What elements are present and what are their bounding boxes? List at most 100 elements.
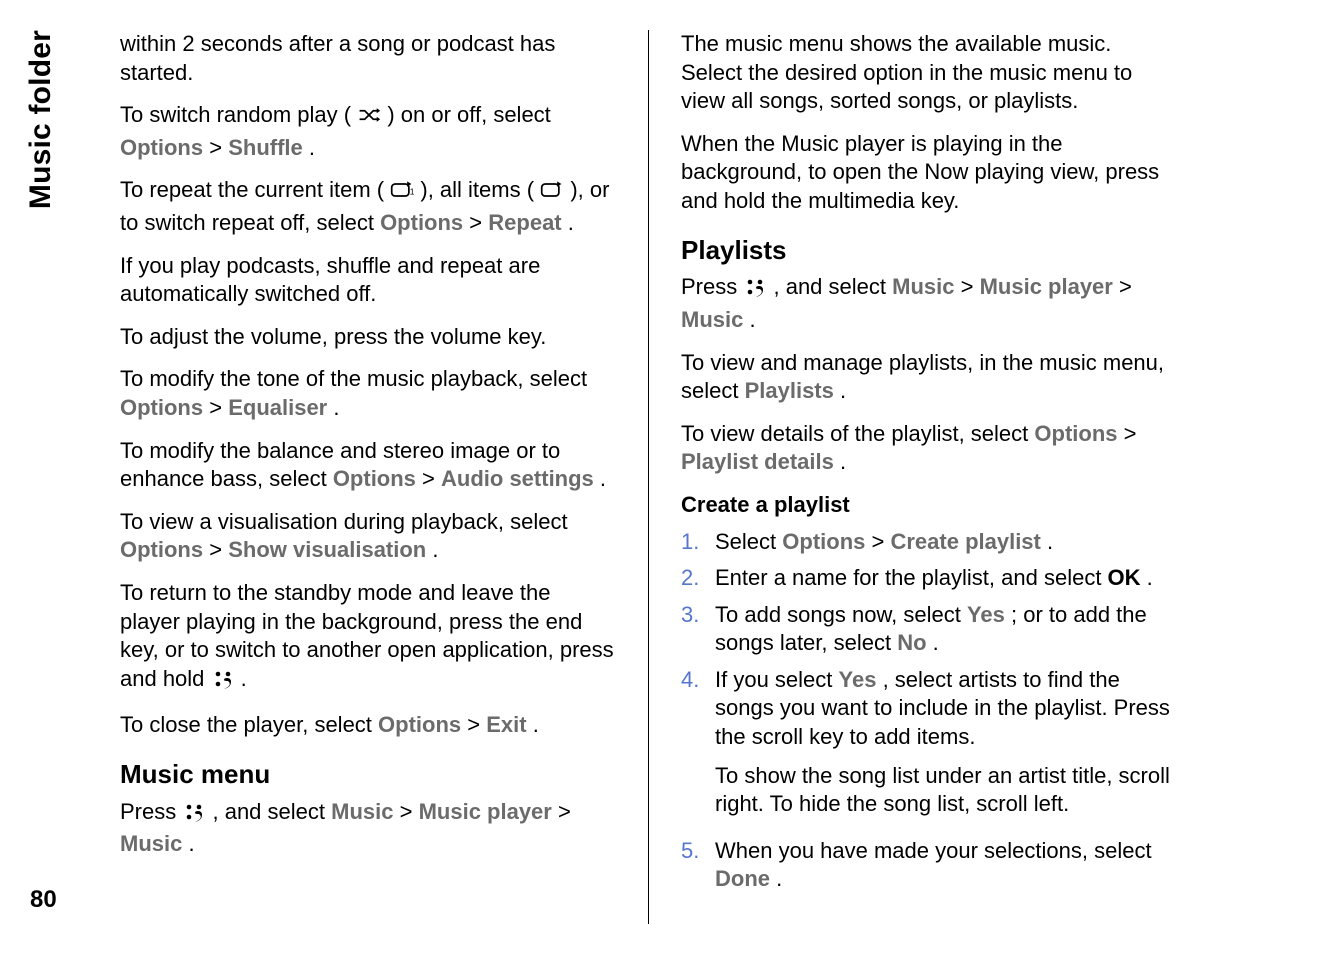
text: To view details of the playlist, select [681, 421, 1034, 446]
ui-music: Music [681, 307, 743, 332]
paragraph: The music menu shows the available music… [681, 30, 1177, 116]
text: . [1147, 565, 1153, 590]
menu-key-icon [743, 276, 767, 306]
text: To modify the tone of the music playback… [120, 366, 587, 391]
text: When you have made your selections, sele… [715, 838, 1152, 863]
paragraph: To view and manage playlists, in the mus… [681, 349, 1177, 406]
heading-playlists: Playlists [681, 234, 1177, 268]
paragraph: To modify the tone of the music playback… [120, 365, 616, 422]
paragraph: To adjust the volume, press the volume k… [120, 323, 616, 352]
content-columns: within 2 seconds after a song or podcast… [108, 30, 1272, 924]
separator: > [872, 529, 891, 554]
text: . [333, 395, 339, 420]
ui-yes: Yes [967, 602, 1005, 627]
ui-shuffle: Shuffle [228, 135, 303, 160]
text: Press [120, 799, 182, 824]
text: . [749, 307, 755, 332]
step-number: 2. [681, 564, 715, 593]
ui-playlist-details: Playlist details [681, 449, 834, 474]
text: To add songs now, select [715, 602, 967, 627]
ui-options: Options [380, 210, 463, 235]
paragraph: To view a visualisation during playback,… [120, 508, 616, 565]
list-item: 3. To add songs now, select Yes ; or to … [681, 601, 1177, 658]
step-number: 5. [681, 837, 715, 894]
separator: > [961, 274, 980, 299]
paragraph: If you play podcasts, shuffle and repeat… [120, 252, 616, 309]
separator: > [467, 712, 486, 737]
text: . [600, 466, 606, 491]
ui-music: Music [331, 799, 393, 824]
list-item: 1. Select Options > Create playlist . [681, 528, 1177, 557]
separator: > [209, 537, 228, 562]
paragraph: within 2 seconds after a song or podcast… [120, 30, 616, 87]
shuffle-icon [357, 104, 381, 134]
separator: > [558, 799, 571, 824]
text: . [309, 135, 315, 160]
paragraph: Press , and select Music > Music player … [681, 273, 1177, 334]
ui-music-player: Music player [419, 799, 552, 824]
page-number: 80 [30, 886, 57, 914]
step-number: 1. [681, 528, 715, 557]
repeat-one-icon: 1 [390, 179, 414, 209]
ui-options: Options [120, 537, 203, 562]
paragraph: Press , and select Music > Music player … [120, 798, 616, 859]
left-column: within 2 seconds after a song or podcast… [108, 30, 628, 924]
text: . [432, 537, 438, 562]
ui-options: Options [120, 135, 203, 160]
text: , and select [773, 274, 892, 299]
separator: > [400, 799, 419, 824]
ui-done: Done [715, 866, 770, 891]
ui-no: No [897, 630, 926, 655]
separator: > [209, 395, 228, 420]
ui-music-player: Music player [980, 274, 1113, 299]
step-number: 3. [681, 601, 715, 658]
text: . [840, 378, 846, 403]
paragraph: To close the player, select Options > Ex… [120, 711, 616, 740]
text: . [241, 666, 247, 691]
paragraph: To return to the standby mode and leave … [120, 579, 616, 697]
text: Select [715, 529, 782, 554]
text: To view a visualisation during playback,… [120, 509, 568, 534]
text: . [933, 630, 939, 655]
ui-ok: OK [1108, 565, 1141, 590]
ui-equaliser: Equaliser [228, 395, 327, 420]
ui-audio-settings: Audio settings [441, 466, 594, 491]
ui-music: Music [892, 274, 954, 299]
separator: > [469, 210, 488, 235]
section-tab: Music folder [24, 30, 58, 209]
column-separator [648, 30, 649, 924]
separator: > [1119, 274, 1132, 299]
paragraph: To modify the balance and stereo image o… [120, 437, 616, 494]
list-item: 4. If you select Yes , select artists to… [681, 666, 1177, 829]
paragraph: When the Music player is playing in the … [681, 130, 1177, 216]
repeat-all-icon [540, 179, 564, 209]
ui-create-playlist: Create playlist [890, 529, 1040, 554]
text: . [188, 831, 194, 856]
ui-show-visualisation: Show visualisation [228, 537, 426, 562]
heading-create-playlist: Create a playlist [681, 491, 1177, 520]
text: To close the player, select [120, 712, 378, 737]
menu-key-icon [182, 801, 206, 831]
ui-options: Options [333, 466, 416, 491]
text: To repeat the current item ( [120, 177, 384, 202]
list-item: 2. Enter a name for the playlist, and se… [681, 564, 1177, 593]
ui-options: Options [120, 395, 203, 420]
text: . [533, 712, 539, 737]
paragraph: To switch random play ( ) on or off, sel… [120, 101, 616, 162]
list-item: 5. When you have made your selections, s… [681, 837, 1177, 894]
text: Press [681, 274, 743, 299]
paragraph: To repeat the current item ( 1 ), all it… [120, 176, 616, 237]
separator: > [209, 135, 228, 160]
text: . [840, 449, 846, 474]
ui-music: Music [120, 831, 182, 856]
text: ) on or off, select [387, 102, 550, 127]
page: Music folder 80 within 2 seconds after a… [0, 0, 1322, 954]
menu-key-icon [211, 668, 235, 698]
ui-options: Options [782, 529, 865, 554]
separator: > [422, 466, 441, 491]
text: To return to the standby mode and leave … [120, 580, 614, 691]
svg-text:1: 1 [410, 187, 414, 197]
text: Enter a name for the playlist, and selec… [715, 565, 1108, 590]
text: To switch random play ( [120, 102, 351, 127]
text: If you select [715, 667, 839, 692]
